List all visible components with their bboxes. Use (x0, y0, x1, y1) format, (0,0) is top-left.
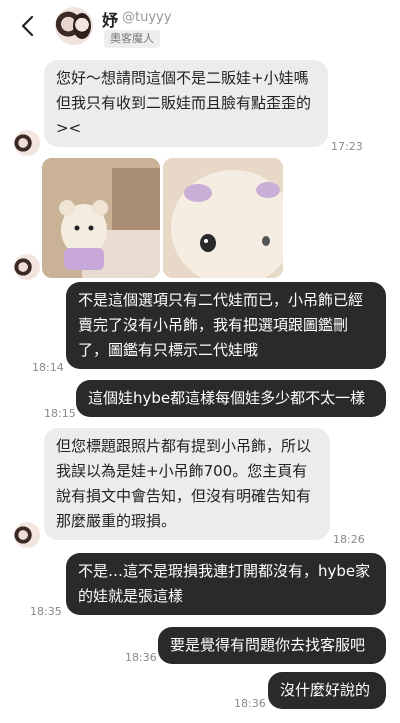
plush-closeup-photo (163, 158, 283, 278)
message-bubble-incoming: 您好～想請問這個不是二販娃+小娃嗎但我只有收到二販娃而且臉有點歪歪的>< (44, 60, 328, 147)
sender-avatar[interactable] (14, 130, 40, 156)
message-time: 18:36 (125, 651, 157, 664)
photo-attachment-2[interactable] (163, 158, 283, 278)
message-bubble-outgoing: 要是覺得有問題你去找客服吧 (158, 627, 386, 664)
message-time: 18:15 (44, 407, 76, 420)
sender-avatar[interactable] (14, 254, 40, 280)
message-bubble-outgoing: 這個娃hybe都這樣每個娃多少都不太一樣 (76, 380, 386, 417)
message-bubble-incoming: 但您標題跟照片都有提到小吊飾，所以我誤以為是娃+小吊飾700。您主頁有說有損文中… (44, 428, 330, 540)
message-bubble-outgoing: 不是…這不是瑕損我連打開都沒有，hybe家的娃就是張這樣 (66, 553, 386, 615)
chat-header: 妤 @tuyyy 奧客魔人 (0, 0, 400, 52)
message-bubble-outgoing: 沒什麼好說的 (268, 672, 386, 709)
sender-avatar[interactable] (14, 522, 40, 548)
contact-name: 妤 (102, 11, 119, 30)
plush-box-photo (42, 158, 160, 278)
message-time: 18:26 (333, 533, 365, 546)
message-time: 18:14 (32, 361, 64, 374)
contact-badge: 奧客魔人 (104, 30, 160, 48)
message-time: 18:35 (30, 605, 62, 618)
contact-avatar[interactable] (55, 7, 93, 45)
message-time: 18:36 (234, 697, 266, 710)
back-arrow-icon[interactable] (18, 14, 38, 38)
photo-attachment-1[interactable] (42, 158, 160, 278)
message-bubble-outgoing: 不是這個選項只有二代娃而已，小吊飾已經賣完了沒有小吊飾，我有把選項跟圖鑑刪了，圖… (66, 282, 386, 369)
message-time: 17:23 (331, 140, 363, 153)
contact-handle: @tuyyy (122, 10, 172, 25)
